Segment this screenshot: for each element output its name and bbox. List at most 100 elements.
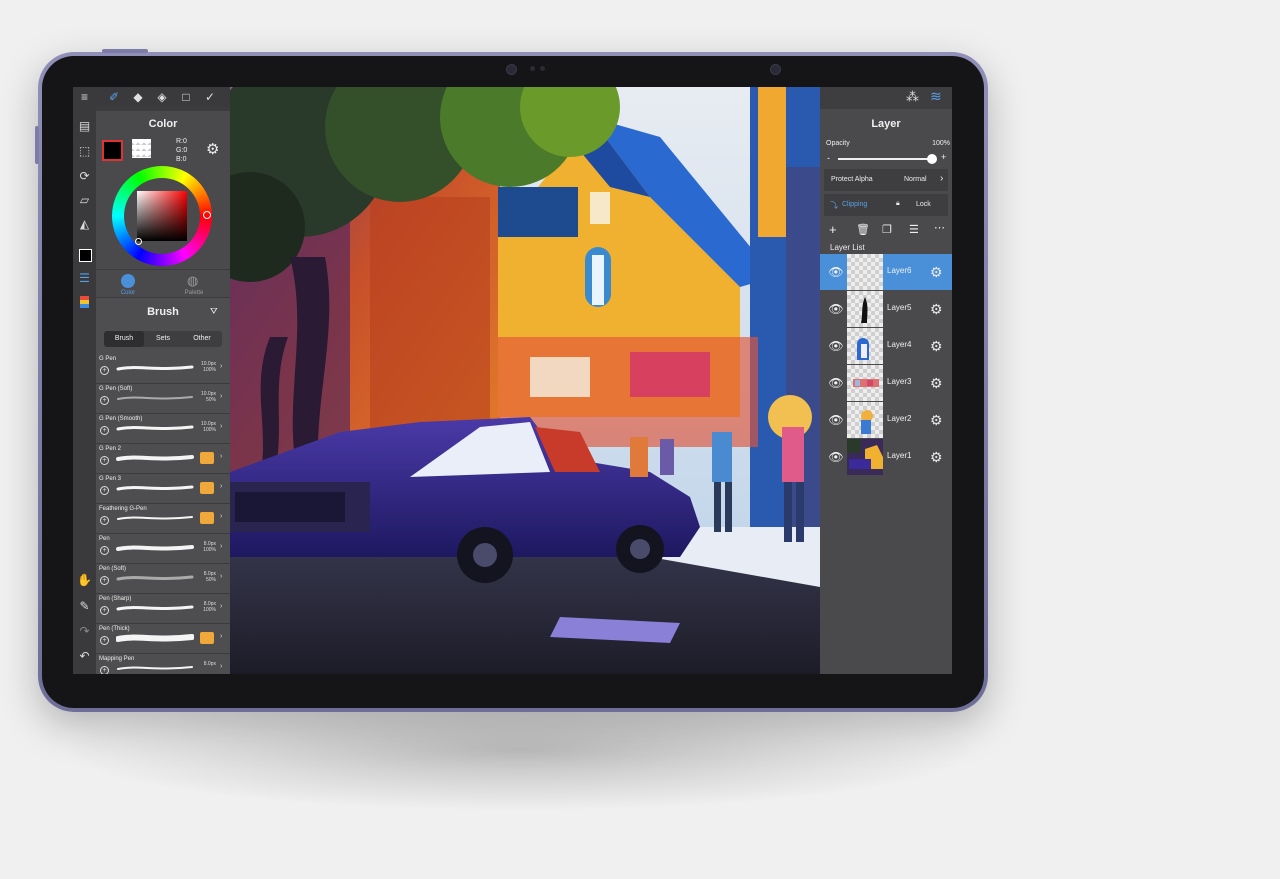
eye-icon[interactable]: 👁︎: [828, 264, 844, 280]
ruler-icon[interactable]: ▱: [77, 193, 92, 208]
duplicate-layer-icon[interactable]: ❐: [882, 223, 892, 236]
color-tab-icon[interactable]: [121, 274, 135, 288]
more-icon[interactable]: ⋯: [934, 221, 945, 234]
layer-settings-icon[interactable]: ⚙: [930, 301, 943, 318]
layer-row[interactable]: 👁︎ Layer2 ⚙: [820, 402, 952, 438]
video-reward-icon[interactable]: [200, 512, 214, 524]
chevron-right-icon[interactable]: ›: [940, 173, 943, 184]
brush-item[interactable]: Pen (Thick) + ›: [96, 623, 230, 654]
clipping-button[interactable]: Clipping: [842, 201, 867, 208]
tab-color[interactable]: Color: [110, 290, 146, 296]
eye-icon[interactable]: 👁︎: [828, 449, 844, 465]
video-reward-icon[interactable]: [200, 452, 214, 464]
layers-icon[interactable]: ≋: [930, 88, 942, 105]
layer-settings-icon[interactable]: ⚙: [930, 449, 943, 466]
chevron-right-icon[interactable]: ›: [220, 603, 222, 610]
delete-layer-icon[interactable]: 🗑︎: [856, 223, 870, 236]
brush-item[interactable]: G Pen (Soft) +10.0px 50% ›: [96, 383, 230, 414]
hand-icon[interactable]: ✋: [77, 573, 92, 588]
chevron-right-icon[interactable]: ›: [220, 483, 222, 490]
eye-icon[interactable]: 👁︎: [828, 301, 844, 317]
chevron-right-icon[interactable]: ›: [220, 633, 222, 640]
selection-icon[interactable]: ⬚: [77, 144, 92, 159]
brush-item[interactable]: Pen +8.0px 100% ›: [96, 533, 230, 564]
color-swatches[interactable]: [100, 138, 123, 161]
menu-icon[interactable]: ≡: [77, 90, 92, 105]
add-layer-icon[interactable]: +: [829, 222, 837, 237]
drawing-canvas[interactable]: [230, 87, 820, 674]
opacity-plus[interactable]: +: [941, 152, 946, 162]
layer-row[interactable]: 👁︎ Layer1 ⚙: [820, 439, 952, 475]
redo-icon[interactable]: ↷: [77, 624, 92, 639]
add-brush-icon[interactable]: +: [100, 636, 109, 645]
chevron-right-icon[interactable]: ›: [220, 393, 222, 400]
brush-tool-icon[interactable]: ✐: [106, 89, 122, 105]
add-brush-icon[interactable]: +: [100, 606, 109, 615]
tab-palette[interactable]: Palette: [176, 290, 212, 296]
brush-item[interactable]: G Pen 3 + ›: [96, 473, 230, 504]
add-brush-icon[interactable]: +: [100, 396, 109, 405]
layer-settings-icon[interactable]: ⚙: [930, 412, 943, 429]
layer-row[interactable]: 👁︎ Layer5 ⚙: [820, 291, 952, 327]
undo-icon[interactable]: ↶: [77, 649, 92, 664]
hue-wheel[interactable]: [112, 166, 212, 266]
eye-icon[interactable]: 👁︎: [828, 412, 844, 428]
add-brush-icon[interactable]: +: [100, 666, 109, 674]
chevron-right-icon[interactable]: ›: [220, 363, 222, 370]
add-brush-icon[interactable]: +: [100, 486, 109, 495]
shape-tool-icon[interactable]: □: [178, 89, 194, 105]
add-brush-icon[interactable]: +: [100, 366, 109, 375]
opacity-slider[interactable]: [838, 154, 937, 164]
brush-item[interactable]: G Pen 2 + ›: [96, 443, 230, 474]
chevron-right-icon[interactable]: ›: [220, 423, 222, 430]
layer-settings-icon[interactable]: ⚙: [930, 264, 943, 281]
lock-button[interactable]: Lock: [916, 201, 931, 208]
saturation-square[interactable]: [137, 191, 187, 241]
blend-mode-select[interactable]: Normal: [904, 176, 927, 183]
tab-sets[interactable]: Sets: [144, 331, 182, 347]
add-brush-icon[interactable]: +: [100, 426, 109, 435]
layer-list-icon[interactable]: ☰: [909, 223, 919, 236]
chevron-right-icon[interactable]: ›: [220, 453, 222, 460]
protect-alpha-button[interactable]: Protect Alpha: [831, 176, 873, 183]
tab-other[interactable]: Other: [182, 331, 222, 347]
video-reward-icon[interactable]: [200, 482, 214, 494]
palette-tab-icon[interactable]: ◍: [187, 273, 198, 289]
opacity-minus[interactable]: -: [827, 153, 830, 163]
opacity-handle[interactable]: [927, 154, 937, 164]
brush-item[interactable]: G Pen +10.0px 100% ›: [96, 353, 230, 384]
hue-handle[interactable]: [203, 211, 211, 219]
brush-item[interactable]: Pen (Sharp) +8.0px 100% ›: [96, 593, 230, 624]
transform-tool-icon[interactable]: ✓: [202, 89, 218, 105]
brush-item[interactable]: Mapping Pen +8.0px ›: [96, 653, 230, 674]
layer-row[interactable]: 👁︎ Layer3 ⚙: [820, 365, 952, 401]
eraser-tool-icon[interactable]: ◆: [130, 89, 146, 105]
blur-tool-icon[interactable]: ◈: [154, 89, 170, 105]
color-handle[interactable]: [135, 238, 142, 245]
video-reward-icon[interactable]: [200, 632, 214, 644]
transparent-swatch[interactable]: [132, 139, 151, 158]
chevron-right-icon[interactable]: ›: [220, 513, 222, 520]
list-icon[interactable]: ☰: [77, 271, 92, 286]
add-brush-icon[interactable]: +: [100, 546, 109, 555]
brush-item[interactable]: Pen (Soft) +8.0px 50% ›: [96, 563, 230, 594]
rotate-icon[interactable]: ⟳: [77, 169, 92, 184]
materials-icon[interactable]: ⁂: [906, 89, 919, 105]
eye-icon[interactable]: 👁︎: [828, 375, 844, 391]
color-settings-icon[interactable]: ⚙: [206, 140, 219, 158]
pages-icon[interactable]: ▤: [77, 119, 92, 134]
add-brush-icon[interactable]: +: [100, 516, 109, 525]
chevron-right-icon[interactable]: ›: [220, 573, 222, 580]
brush-item[interactable]: Feathering G-Pen + ›: [96, 503, 230, 534]
filter-icon[interactable]: ⛛: [210, 306, 218, 317]
add-brush-icon[interactable]: +: [100, 456, 109, 465]
tab-brush[interactable]: Brush: [104, 331, 144, 347]
fill-icon[interactable]: ◭: [77, 217, 92, 232]
eyedropper-icon[interactable]: ✎: [77, 599, 92, 614]
eye-icon[interactable]: 👁︎: [828, 338, 844, 354]
layer-settings-icon[interactable]: ⚙: [930, 338, 943, 355]
chevron-right-icon[interactable]: ›: [220, 663, 222, 670]
layer-row[interactable]: 👁︎ Layer6 ⚙: [820, 254, 952, 290]
add-brush-icon[interactable]: +: [100, 576, 109, 585]
brush-item[interactable]: G Pen (Smooth) +10.0px 100% ›: [96, 413, 230, 444]
